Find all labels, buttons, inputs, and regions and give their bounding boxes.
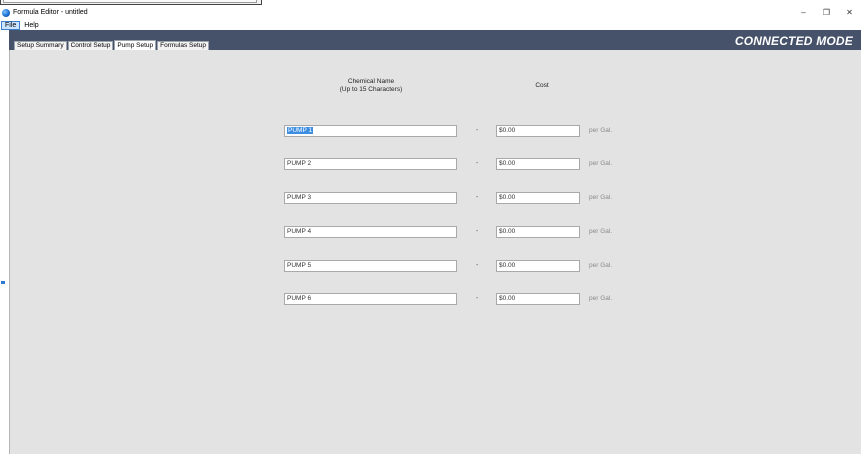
overlay-artifact-inner — [3, 0, 257, 3]
pump-row: PUMP 6 - $0.00 per Gal. — [0, 293, 861, 305]
left-margin — [0, 30, 9, 454]
cost-unit-label: per Gal. — [589, 228, 613, 235]
tab-control-setup[interactable]: Control Setup — [67, 41, 114, 50]
pump-cost-input[interactable]: $0.00 — [496, 158, 580, 170]
pump-setup-panel — [9, 50, 861, 454]
cost-unit-label: per Gal. — [589, 127, 613, 134]
pump-name-input[interactable]: PUMP 3 — [284, 192, 457, 204]
tab-pump-setup[interactable]: Pump Setup — [114, 40, 157, 50]
pump-cost-input[interactable]: $0.00 — [496, 125, 580, 137]
tab-setup-summary[interactable]: Setup Summary — [14, 41, 67, 50]
minimize-button[interactable]: – — [792, 5, 815, 20]
cost-unit-label: per Gal. — [589, 262, 613, 269]
tab-formulas-setup[interactable]: Formulas Setup — [157, 41, 210, 50]
row-separator: - — [476, 160, 479, 167]
row-separator: - — [476, 127, 479, 134]
menu-file[interactable]: File — [1, 20, 21, 30]
left-edge-marker — [1, 281, 5, 284]
pump-name-text: PUMP 1 — [287, 127, 314, 134]
window-controls: – ❐ ✕ — [792, 5, 861, 20]
title-bar: Formula Editor - untitled – ❐ ✕ — [0, 5, 861, 20]
maximize-button[interactable]: ❐ — [815, 5, 838, 20]
pump-name-input[interactable]: PUMP 5 — [284, 260, 457, 272]
row-separator: - — [476, 194, 479, 201]
cost-unit-label: per Gal. — [589, 194, 613, 201]
menu-help[interactable]: Help — [21, 21, 41, 30]
pump-name-input[interactable]: PUMP 6 — [284, 293, 457, 305]
pump-cost-input[interactable]: $0.00 — [496, 192, 580, 204]
tab-strip: Setup Summary Control Setup Pump Setup F… — [14, 40, 210, 50]
pump-name-input[interactable]: PUMP 4 — [284, 226, 457, 238]
chemical-name-title: Chemical Name — [347, 78, 395, 85]
menu-bar: File Help — [0, 20, 861, 30]
chemical-name-header: Chemical Name (Up to 15 Characters) — [330, 78, 412, 94]
row-separator: - — [476, 262, 479, 269]
pump-row: PUMP 4 - $0.00 per Gal. — [0, 226, 861, 238]
app-icon — [2, 8, 10, 17]
window-title: Formula Editor - untitled — [13, 9, 88, 16]
row-separator: - — [476, 295, 479, 302]
formula-editor-window: Formula Editor - untitled – ❐ ✕ File Hel… — [0, 0, 861, 454]
pump-cost-input[interactable]: $0.00 — [496, 260, 580, 272]
pump-name-input[interactable]: PUMP 2 — [284, 158, 457, 170]
pump-name-input[interactable]: PUMP 1 — [284, 125, 457, 137]
pump-cost-input[interactable]: $0.00 — [496, 226, 580, 238]
cost-unit-label: per Gal. — [589, 295, 613, 302]
pump-row: PUMP 5 - $0.00 per Gal. — [0, 260, 861, 272]
pump-cost-input[interactable]: $0.00 — [496, 293, 580, 305]
pump-row: PUMP 3 - $0.00 per Gal. — [0, 192, 861, 204]
pump-row: PUMP 1 - $0.00 per Gal. — [0, 125, 861, 137]
cost-unit-label: per Gal. — [589, 160, 613, 167]
chemical-name-hint: (Up to 15 Characters) — [339, 86, 403, 93]
close-button[interactable]: ✕ — [838, 5, 861, 20]
row-separator: - — [476, 228, 479, 235]
cost-header: Cost — [535, 82, 549, 89]
pump-row: PUMP 2 - $0.00 per Gal. — [0, 158, 861, 170]
connection-mode-label: CONNECTED MODE — [734, 34, 853, 48]
